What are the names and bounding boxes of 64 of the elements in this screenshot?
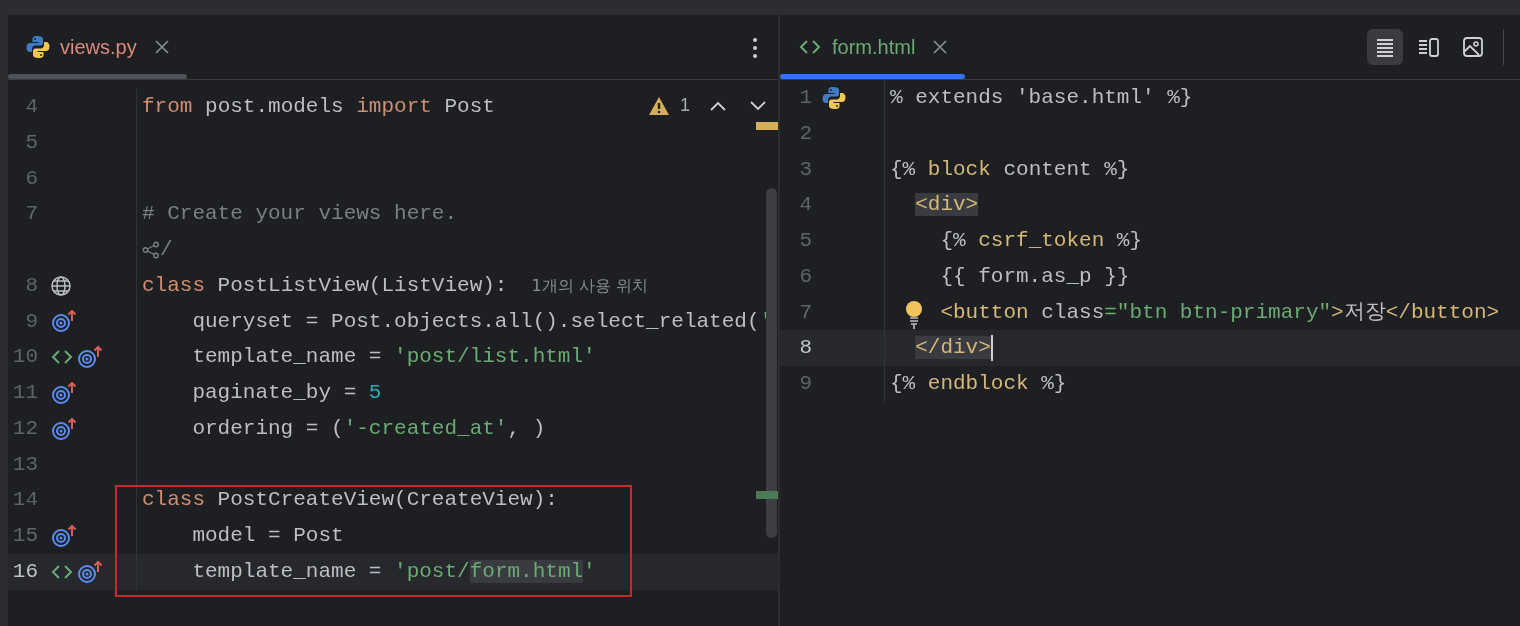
line-number: 3 (798, 156, 812, 183)
code-line: model = Post (191, 523, 344, 550)
angle-brackets-icon (50, 562, 74, 581)
line-number: 9 (798, 371, 812, 398)
editor-mode-icon[interactable] (1367, 29, 1403, 65)
warning-stripe (756, 122, 778, 130)
line-number: 8 (24, 272, 38, 299)
line-number: 13 (11, 451, 38, 478)
line-number: 4 (24, 94, 38, 121)
line-number: 7 (24, 201, 38, 228)
override-icon (50, 309, 78, 334)
line-number: 14 (11, 487, 38, 514)
chevron-down-icon[interactable] (750, 100, 766, 111)
code-line: {% endblock %} (890, 371, 1067, 398)
code-line: % extends 'base.html' %} (890, 85, 1193, 112)
line-number: 6 (798, 263, 812, 290)
code-line: ordering = ('-created_at', ) (191, 415, 546, 442)
close-icon[interactable] (933, 40, 948, 54)
line-number: 9 (24, 308, 38, 335)
change-stripe (756, 491, 778, 499)
usage-hint[interactable]: 1개의 사용 위치 (531, 273, 648, 298)
code-line: template_name = 'post/form.html' (191, 558, 596, 585)
line-number: 2 (798, 120, 812, 147)
code-line: paginate_by = 5 (191, 380, 382, 407)
globe-icon (50, 274, 72, 297)
line-number: 1 (798, 85, 812, 112)
editor-tab[interactable]: views.py (8, 15, 187, 79)
code-line: <button class="btn btn-primary">저장</button> (939, 299, 1500, 326)
more-options-icon[interactable] (752, 37, 758, 59)
chevron-up-icon[interactable] (710, 100, 726, 111)
override-icon (76, 345, 104, 370)
close-icon[interactable] (154, 40, 169, 54)
line-number: 12 (11, 415, 38, 442)
line-number: 4 (798, 192, 812, 219)
code-line: / (160, 237, 173, 264)
code-line: template_name = 'post/list.html' (191, 344, 596, 371)
share-icon (142, 240, 160, 259)
line-number: 5 (24, 129, 38, 156)
override-icon (76, 559, 104, 584)
override-icon (50, 523, 78, 548)
problem-count: 1 (680, 94, 690, 117)
editor-tab[interactable]: form.html (780, 15, 966, 79)
code-line: class PostListView(ListView): (142, 272, 508, 299)
scrollbar-thumb[interactable] (766, 188, 777, 538)
angle-brackets-icon (798, 38, 822, 56)
line-number: 6 (24, 165, 38, 192)
line-number: 8 (798, 335, 812, 362)
line-number: 5 (798, 228, 812, 255)
code-line: {{ form.as_p }} (939, 263, 1130, 290)
line-number: 7 (798, 299, 812, 326)
code-line: class PostCreateView(CreateView): (142, 487, 558, 514)
code-line: # Create your views here. (142, 201, 458, 228)
line-number: 16 (11, 558, 38, 585)
override-icon (50, 416, 78, 441)
code-line: from post.models import Post (142, 94, 495, 121)
python-icon (822, 85, 846, 110)
line-number: 11 (11, 380, 38, 407)
line-number: 15 (11, 523, 38, 550)
python-icon (26, 35, 50, 59)
code-line: {% block content %} (890, 156, 1130, 183)
warning-icon (648, 95, 670, 116)
override-icon (50, 380, 78, 405)
line-number: 10 (11, 344, 38, 371)
code-line: {% csrf_token %} (939, 228, 1143, 255)
